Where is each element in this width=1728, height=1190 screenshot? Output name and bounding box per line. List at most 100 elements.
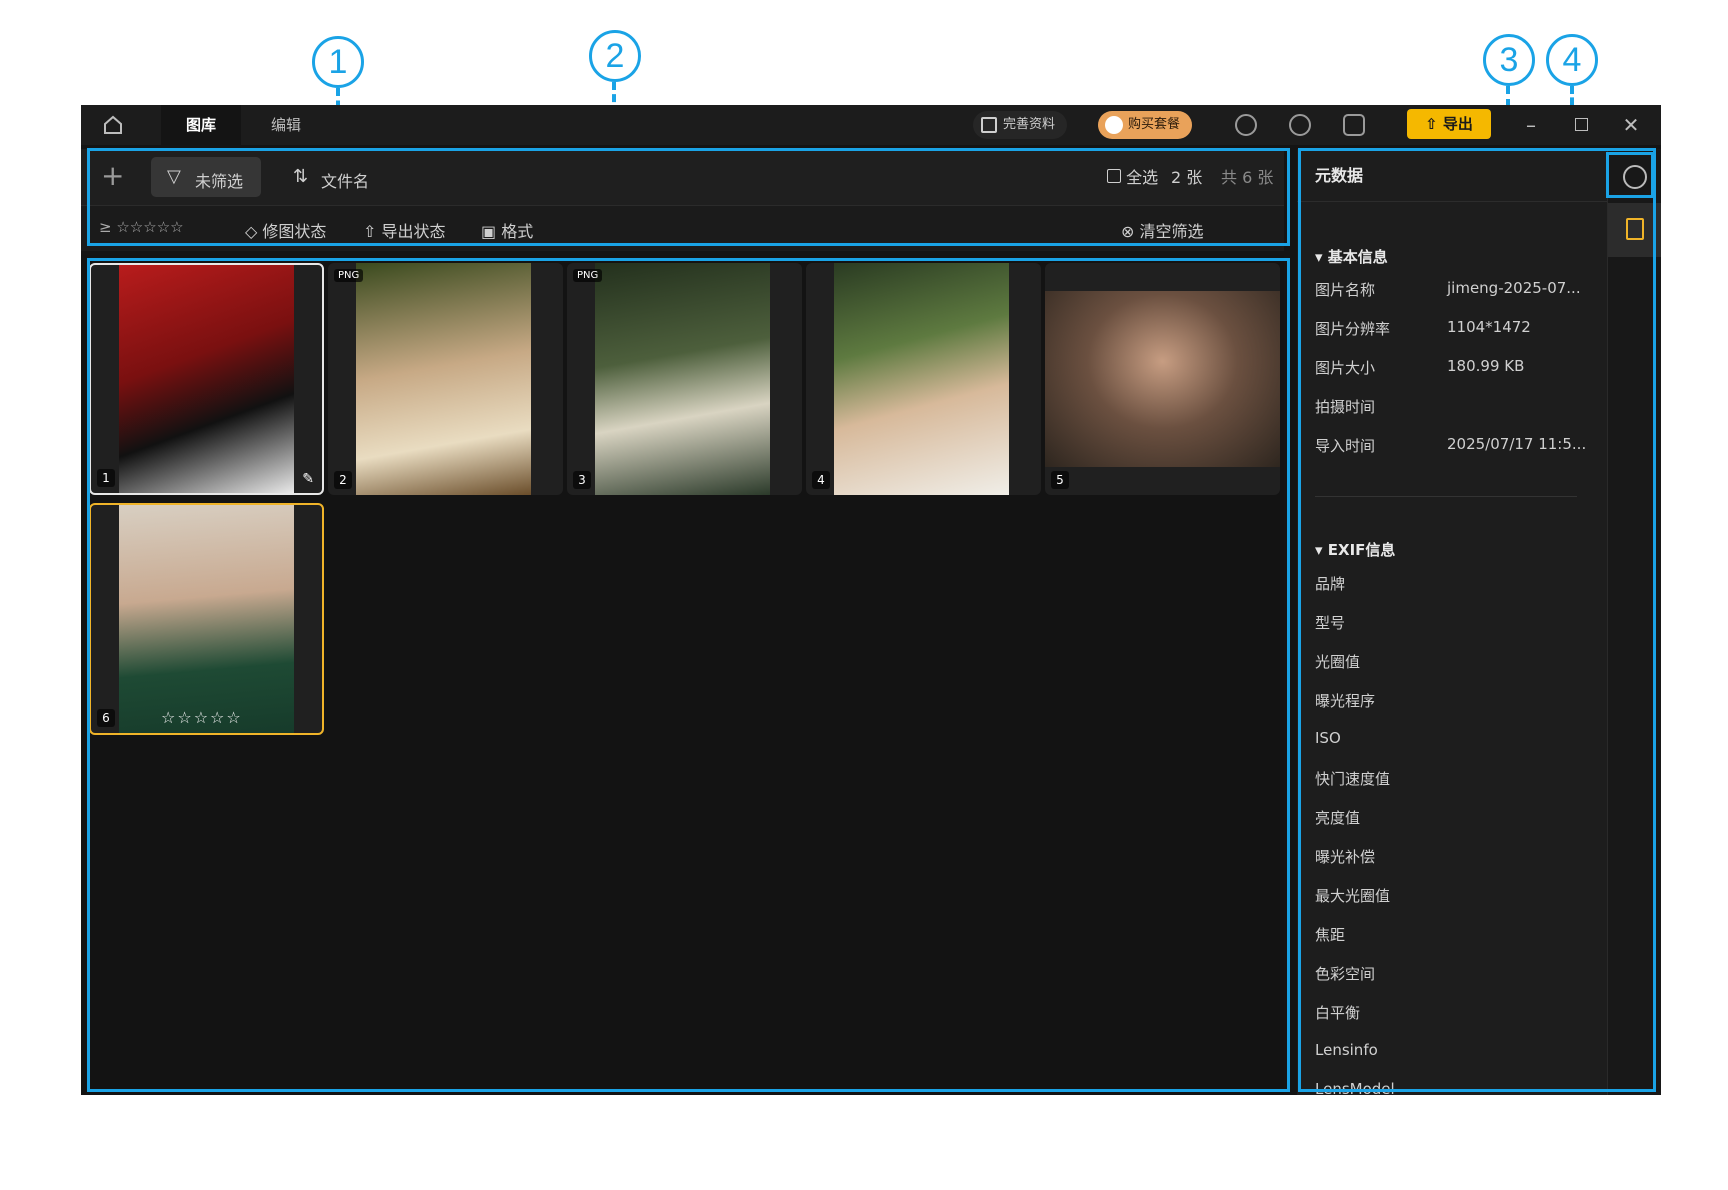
image-card-1[interactable]: 1 ✎	[89, 263, 324, 495]
right-sidebar	[1607, 149, 1661, 1095]
logout-icon[interactable]	[1343, 114, 1365, 136]
exif-section[interactable]: ▾ EXIF信息	[1315, 539, 1395, 560]
photo-thumbnail	[834, 263, 1009, 495]
callout-4: 4	[1546, 34, 1598, 86]
image-card-6[interactable]: 6 ☆☆☆☆☆	[89, 503, 324, 735]
meta-value-resolution: 1104*1472	[1447, 318, 1531, 336]
total-count: 共 6 张	[1221, 168, 1274, 187]
meta-label-name: 图片名称	[1315, 281, 1376, 299]
basic-info-title: 基本信息	[1327, 248, 1388, 266]
image-grid: 1 ✎ PNG 2 PNG 3 4 5 6 ☆☆☆☆☆	[81, 255, 1284, 1095]
filter-label: 未筛选	[195, 172, 244, 191]
edit-icon[interactable]: ✎	[302, 471, 314, 487]
divider	[1315, 496, 1577, 497]
filter-button[interactable]: ▽ 未筛选	[151, 157, 261, 197]
title-bar: 图库 编辑 完善资料 购买套餐 ⇧ 导出 – ✕	[81, 105, 1661, 145]
tab-edit[interactable]: 编辑	[251, 105, 321, 145]
metadata-tab-button[interactable]	[1608, 203, 1661, 257]
close-icon: ✕	[1622, 113, 1640, 137]
complete-profile-label: 完善资料	[1003, 117, 1056, 132]
rating-filter[interactable]: ≥ ☆☆☆☆☆	[99, 218, 184, 236]
selected-count: 2 张	[1171, 168, 1203, 187]
complete-profile-button[interactable]: 完善资料	[973, 111, 1068, 139]
select-all-checkbox[interactable]: 全选	[1107, 164, 1158, 188]
exif-label: ISO	[1315, 729, 1341, 747]
format-label: 格式	[501, 222, 534, 241]
image-card-2[interactable]: PNG 2	[328, 263, 563, 495]
exif-label: 白平衡	[1315, 1004, 1361, 1022]
photo-thumbnail	[356, 263, 531, 495]
retouch-status-label: 修图状态	[262, 222, 327, 241]
document-icon	[1626, 218, 1644, 240]
image-card-5[interactable]: 5	[1045, 263, 1280, 495]
exif-label: 品牌	[1315, 575, 1346, 593]
meta-value-size: 180.99 KB	[1447, 357, 1525, 375]
image-card-4[interactable]: 4	[806, 263, 1041, 495]
funnel-icon: ▽	[167, 166, 181, 187]
exif-title: EXIF信息	[1327, 541, 1396, 559]
filter-toolbar: + ▽ 未筛选 ⇅ 文件名 全选 2 张 共 6 张	[81, 149, 1284, 205]
metadata-panel: 元数据 ▾ 基本信息 图片名称 jimeng-2025-07... 图片分辨率 …	[1297, 149, 1607, 1095]
caret-down-icon: ▾	[1315, 248, 1328, 266]
minimize-icon: –	[1526, 113, 1536, 137]
export-button[interactable]: ⇧ 导出	[1407, 109, 1491, 139]
meta-label-size: 图片大小	[1315, 359, 1376, 377]
select-all-label: 全选	[1126, 168, 1159, 187]
photo-thumbnail	[595, 263, 770, 495]
meta-label-shot-time: 拍摄时间	[1315, 398, 1376, 416]
app-window: 图库 编辑 完善资料 购买套餐 ⇧ 导出 – ✕ + ▽ 未筛选 ⇅ 文件名 全…	[81, 105, 1661, 1095]
clear-icon: ⊗	[1121, 222, 1140, 241]
callout-2: 2	[589, 30, 641, 82]
clear-filter-button[interactable]: ⊗ 清空筛选	[1121, 218, 1204, 242]
tab-gallery[interactable]: 图库	[161, 105, 241, 145]
rating-stars-icon: ☆☆☆☆☆	[116, 218, 184, 236]
maximize-button[interactable]	[1561, 105, 1601, 145]
home-icon	[104, 115, 122, 134]
meta-label-import-time: 导入时间	[1315, 437, 1376, 455]
headset-icon[interactable]	[1235, 114, 1257, 136]
export-label: 导出	[1442, 115, 1473, 133]
image-card-3[interactable]: PNG 3	[567, 263, 802, 495]
buy-plan-button[interactable]: 购买套餐	[1098, 111, 1193, 139]
exif-label: 曝光程序	[1315, 692, 1376, 710]
close-button[interactable]: ✕	[1611, 105, 1651, 145]
format-filter[interactable]: ▣ 格式	[481, 218, 533, 242]
sort-button[interactable]: ⇅ 文件名	[293, 157, 383, 197]
minimize-button[interactable]: –	[1511, 105, 1551, 145]
exif-label: Lensinfo	[1315, 1041, 1378, 1059]
exif-label: 焦距	[1315, 926, 1346, 944]
export-status-filter[interactable]: ⇧ 导出状态	[363, 218, 446, 242]
rating-stars[interactable]: ☆☆☆☆☆	[161, 708, 243, 727]
retouch-icon: ◇	[245, 222, 263, 241]
photo-thumbnail	[1045, 291, 1280, 467]
sort-icon: ⇅	[293, 166, 309, 187]
upload-icon: ⇧	[1425, 115, 1443, 133]
meta-value-name: jimeng-2025-07...	[1447, 279, 1581, 297]
filter-criteria-bar: ≥ ☆☆☆☆☆ ◇ 修图状态 ⇧ 导出状态 ▣ 格式 ⊗ 清空筛选	[81, 205, 1284, 251]
image-number: 1	[97, 469, 115, 487]
home-button[interactable]	[93, 105, 133, 145]
image-number: 3	[573, 471, 591, 489]
exif-label: 色彩空间	[1315, 965, 1376, 983]
add-icon[interactable]: +	[101, 159, 124, 192]
callout-1: 1	[312, 36, 364, 88]
basic-info-section[interactable]: ▾ 基本信息	[1315, 246, 1388, 267]
export-status-icon: ⇧	[363, 222, 382, 241]
sort-label: 文件名	[321, 172, 370, 191]
export-status-label: 导出状态	[381, 222, 446, 241]
exif-label: LensModel	[1315, 1080, 1395, 1095]
image-number: 5	[1051, 471, 1069, 489]
retouch-status-filter[interactable]: ◇ 修图状态	[245, 218, 326, 242]
maximize-icon	[1574, 118, 1588, 131]
checkbox-icon	[1107, 169, 1121, 183]
rating-prefix: ≥	[99, 218, 112, 236]
photo-thumbnail	[119, 265, 294, 493]
exif-label: 快门速度值	[1315, 770, 1391, 788]
callout-3: 3	[1483, 34, 1535, 86]
caret-down-icon: ▾	[1315, 541, 1328, 559]
user-icon[interactable]	[1289, 114, 1311, 136]
overlap-circles-icon[interactable]	[1623, 165, 1647, 189]
meta-value-import-time: 2025/07/17 11:5...	[1447, 435, 1587, 453]
exif-label: 型号	[1315, 614, 1346, 632]
exif-label: 曝光补偿	[1315, 848, 1376, 866]
